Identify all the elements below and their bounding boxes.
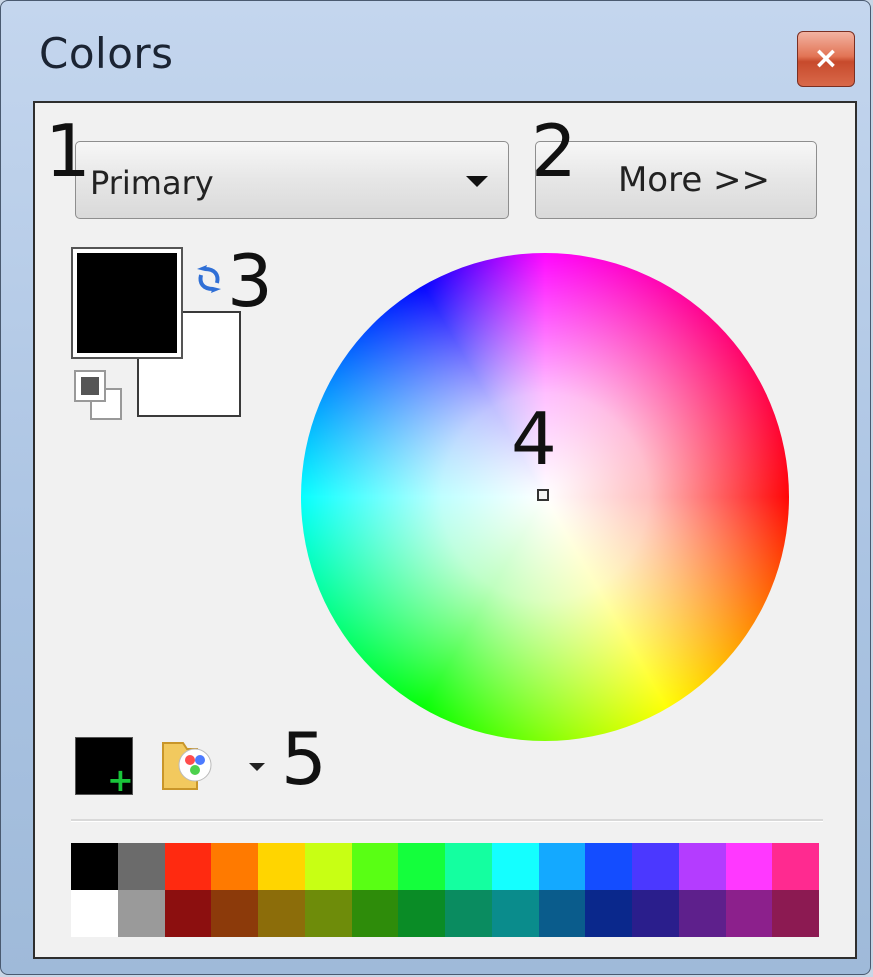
more-button[interactable]: More >> — [535, 141, 817, 219]
palette-swatch[interactable] — [632, 843, 679, 890]
primary-color-swatch[interactable] — [71, 247, 183, 359]
palette-swatch[interactable] — [304, 843, 352, 890]
title-bar[interactable]: Colors × — [1, 1, 872, 97]
palette-swatch[interactable] — [71, 843, 118, 890]
chevron-down-icon — [466, 176, 488, 187]
colors-window: Colors × 1 2 3 4 5 Primary More >> + — [0, 0, 871, 975]
annotation-2: 2 — [531, 109, 577, 193]
palette-icon[interactable] — [157, 733, 221, 797]
color-mode-dropdown[interactable]: Primary — [75, 141, 509, 219]
close-icon: × — [813, 41, 839, 76]
palette-swatch[interactable] — [772, 890, 819, 937]
palette-swatch[interactable] — [71, 890, 118, 937]
close-button[interactable]: × — [797, 31, 855, 87]
palette-swatch[interactable] — [678, 890, 726, 937]
colors-panel: 1 2 3 4 5 Primary More >> + — [33, 101, 857, 959]
palette-swatch[interactable] — [211, 843, 258, 890]
palette-swatch[interactable] — [351, 890, 399, 937]
palette-swatch[interactable] — [398, 843, 445, 890]
annotation-3: 3 — [227, 239, 273, 323]
color-palette — [71, 843, 819, 937]
palette-swatch[interactable] — [445, 890, 492, 937]
palette-swatch[interactable] — [538, 843, 586, 890]
palette-swatch[interactable] — [725, 843, 773, 890]
palette-swatch[interactable] — [258, 890, 305, 937]
palette-swatch[interactable] — [117, 890, 165, 937]
palette-swatch[interactable] — [351, 843, 399, 890]
palette-swatch[interactable] — [632, 890, 679, 937]
palette-swatch[interactable] — [211, 890, 258, 937]
palette-swatch[interactable] — [398, 890, 445, 937]
annotation-4: 4 — [511, 397, 557, 481]
palette-swatch[interactable] — [725, 890, 773, 937]
palette-swatch[interactable] — [491, 843, 539, 890]
window-title: Colors — [39, 29, 174, 78]
palette-swatch[interactable] — [164, 890, 212, 937]
annotation-5: 5 — [281, 717, 327, 801]
palette-swatch[interactable] — [164, 843, 212, 890]
palette-swatch[interactable] — [258, 843, 305, 890]
swap-colors-icon[interactable] — [191, 261, 227, 297]
palette-swatch[interactable] — [304, 890, 352, 937]
color-wheel-handle[interactable] — [537, 489, 549, 501]
palette-swatch[interactable] — [772, 843, 819, 890]
palette-swatch[interactable] — [445, 843, 492, 890]
palette-swatch[interactable] — [538, 890, 586, 937]
palette-swatch[interactable] — [491, 890, 539, 937]
add-color-icon: + — [107, 761, 134, 799]
divider — [71, 819, 823, 822]
chevron-down-icon[interactable] — [249, 763, 265, 771]
palette-swatch[interactable] — [585, 890, 632, 937]
color-mode-value: Primary — [90, 164, 214, 202]
annotation-1: 1 — [45, 109, 91, 193]
palette-swatch[interactable] — [585, 843, 632, 890]
reset-colors-icon[interactable] — [73, 369, 131, 423]
palette-swatch[interactable] — [678, 843, 726, 890]
palette-swatch[interactable] — [117, 843, 165, 890]
